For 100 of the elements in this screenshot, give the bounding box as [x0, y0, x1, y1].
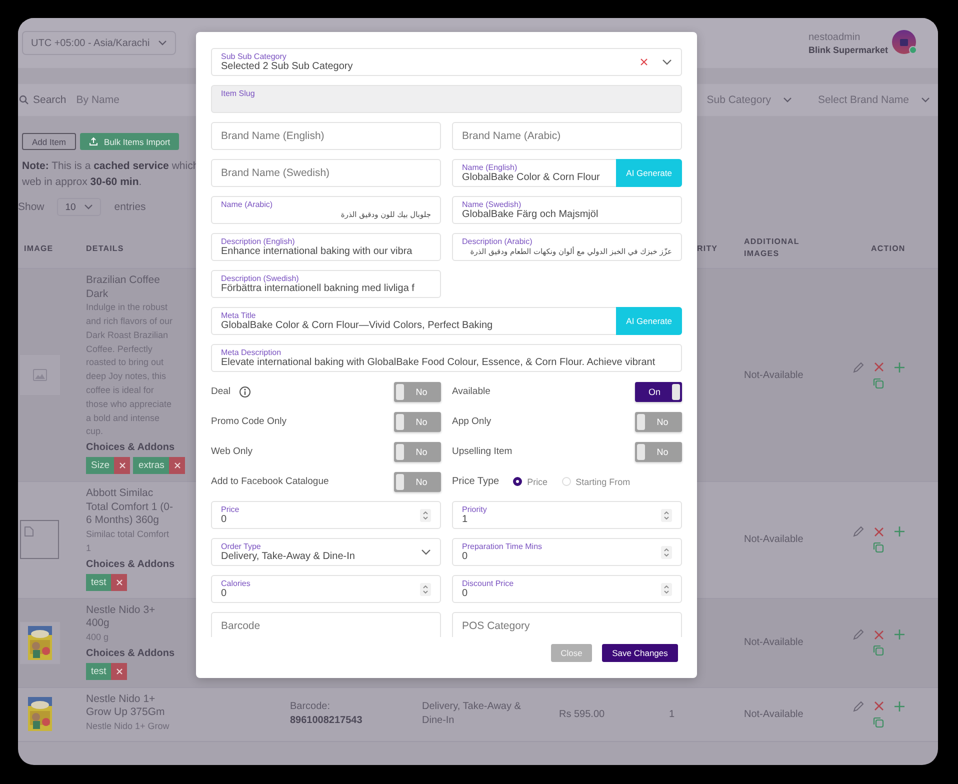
- additional-images: Not-Available: [744, 637, 804, 648]
- spinner-icon[interactable]: [420, 508, 431, 522]
- remove-tag-button[interactable]: [169, 457, 186, 474]
- toggle-label: Web Only: [211, 446, 253, 457]
- close-icon: [116, 578, 123, 586]
- addons-heading: Choices & Addons: [86, 442, 176, 454]
- toggle-switch[interactable]: No: [394, 382, 441, 402]
- select-field[interactable]: Sub Sub Category Selected 2 Sub Sub Category: [211, 48, 682, 76]
- delete-icon[interactable]: [874, 630, 884, 640]
- toggle-label: Deal: [211, 386, 231, 397]
- text-field[interactable]: Description (English) Enhance international baking with our vibra: [211, 233, 441, 261]
- product-title: Brazilian Coffee Dark: [86, 274, 161, 302]
- add-button[interactable]: Add Item: [22, 133, 76, 150]
- delete-icon[interactable]: [874, 362, 884, 372]
- number-field[interactable]: Calories 0: [211, 575, 441, 603]
- text-field[interactable]: Brand Name (Swedish): [211, 159, 441, 187]
- radio-option[interactable]: Price: [513, 476, 548, 486]
- text-field[interactable]: Barcode: [211, 612, 441, 637]
- pencil-icon[interactable]: [852, 362, 864, 373]
- slug-field[interactable]: Item Slug: [211, 85, 682, 113]
- entries-label: entries: [114, 201, 146, 213]
- remove-tag-button[interactable]: [111, 574, 128, 591]
- pencil-icon[interactable]: [852, 700, 864, 712]
- addon-tag: Size: [86, 457, 114, 474]
- column-header: ADDITIONAL IMAGES: [743, 236, 800, 260]
- user-name: nestoadmin: [808, 32, 860, 42]
- number-field[interactable]: Price 0: [211, 501, 441, 529]
- pencil-icon[interactable]: [852, 629, 864, 640]
- text-field[interactable]: Meta Description Elevate international baking with GlobalBake Food Colour, Essence, & Corn Flour. Achieve vibrant: [211, 344, 682, 372]
- priority: 1: [669, 708, 675, 720]
- column-header: IMAGE: [23, 244, 54, 252]
- page-size-select[interactable]: 10: [57, 198, 102, 216]
- chevron-icon: [782, 97, 792, 103]
- additional-images: Not-Available: [744, 708, 804, 720]
- delete-icon[interactable]: [874, 526, 884, 537]
- toggle-switch[interactable]: No: [394, 472, 441, 492]
- product-title: Nestle Nido 1+ Grow Up 375Gm: [86, 692, 166, 720]
- toggle-label: Available: [452, 386, 490, 397]
- number-field[interactable]: Priority 1: [452, 501, 682, 529]
- spinner-icon[interactable]: [661, 508, 672, 522]
- toggle-switch[interactable]: No: [635, 412, 682, 432]
- addons-heading: Choices & Addons: [86, 558, 176, 570]
- brand-select[interactable]: Select Brand Name: [818, 94, 930, 106]
- show-label: Show: [18, 201, 44, 213]
- addon-tag: extras: [133, 457, 170, 474]
- text-field[interactable]: Brand Name (Arabic): [452, 122, 682, 150]
- text-field[interactable]: Brand Name (English): [211, 122, 441, 150]
- product-title: Nestle Nido 3+ 400g: [86, 604, 156, 631]
- plus-icon[interactable]: [894, 526, 904, 538]
- number-field[interactable]: Preparation Time Mins 0: [452, 538, 682, 566]
- toggle-switch[interactable]: On: [635, 382, 682, 402]
- remove-tag-button[interactable]: [114, 457, 130, 474]
- pencil-icon[interactable]: [852, 526, 864, 538]
- timezone-select[interactable]: UTC +05:00 - Asia/Karachi: [22, 31, 176, 55]
- plus-icon[interactable]: [894, 362, 904, 373]
- delete-icon[interactable]: [874, 701, 884, 711]
- text-field[interactable]: Name (English) GlobalBake Color & Corn Flour AI Generate: [452, 159, 682, 187]
- store-name: Blink Supermarket: [808, 44, 888, 54]
- copy-icon[interactable]: [873, 716, 884, 728]
- image-icon: [33, 369, 47, 382]
- chevron-icon: [84, 204, 94, 210]
- text-field[interactable]: Meta Title GlobalBake Color & Corn Flour—Vivid Colors, Perfect Baking AI Generate: [211, 307, 682, 335]
- chevron-icon: [662, 59, 672, 65]
- select-field[interactable]: Order Type Delivery, Take-Away & Dine-In: [211, 538, 441, 566]
- toggle-label: Add to Facebook Catalogue: [211, 476, 329, 487]
- order-type: Delivery, Take-Away & Dine-In: [422, 701, 521, 726]
- spinner-icon[interactable]: [661, 582, 672, 596]
- text-field[interactable]: Description (Swedish) Förbättra internationell bakning med livliga f: [211, 270, 441, 298]
- chevron-icon: [421, 549, 431, 555]
- toggle-label: Upselling Item: [452, 446, 512, 457]
- text-field[interactable]: Name (Swedish) GlobalBake Färg och Majsmjöl: [452, 196, 682, 224]
- sub-category-select[interactable]: Sub Category: [706, 94, 792, 106]
- plus-icon[interactable]: [894, 700, 904, 712]
- toggle-switch[interactable]: No: [635, 442, 682, 462]
- text-field[interactable]: POS Category: [452, 612, 682, 637]
- broken-image-icon: [24, 526, 34, 538]
- plus-icon[interactable]: [894, 629, 904, 640]
- copy-icon[interactable]: [873, 378, 884, 389]
- copy-icon[interactable]: [873, 645, 884, 656]
- copy-icon[interactable]: [873, 542, 884, 554]
- upload-icon: [89, 137, 98, 146]
- remove-tag-button[interactable]: [111, 662, 128, 680]
- avatar-icon[interactable]: [892, 30, 918, 56]
- spinner-icon[interactable]: [661, 546, 672, 558]
- save-button[interactable]: Save Changes: [602, 644, 678, 662]
- number-field[interactable]: Discount Price 0: [452, 575, 682, 603]
- spinner-icon[interactable]: [420, 582, 431, 596]
- toggle-switch[interactable]: No: [394, 442, 441, 462]
- clear-icon[interactable]: [640, 58, 648, 66]
- radio-option[interactable]: Starting From: [562, 476, 630, 486]
- search-field[interactable]: By Name: [76, 94, 120, 106]
- chevron-icon: [921, 97, 930, 103]
- product-title: Abbott Similac Total Comfort 1 (0-6 Months) 360g: [86, 487, 174, 528]
- close-icon: [116, 668, 123, 675]
- toggle-label: Promo Code Only: [211, 416, 287, 427]
- additional-images: Not-Available: [744, 370, 804, 381]
- info-icon[interactable]: [238, 386, 251, 398]
- search-label: Search: [33, 94, 66, 106]
- import-button[interactable]: Bulk Items Import: [80, 133, 180, 150]
- toggle-switch[interactable]: No: [394, 412, 441, 432]
